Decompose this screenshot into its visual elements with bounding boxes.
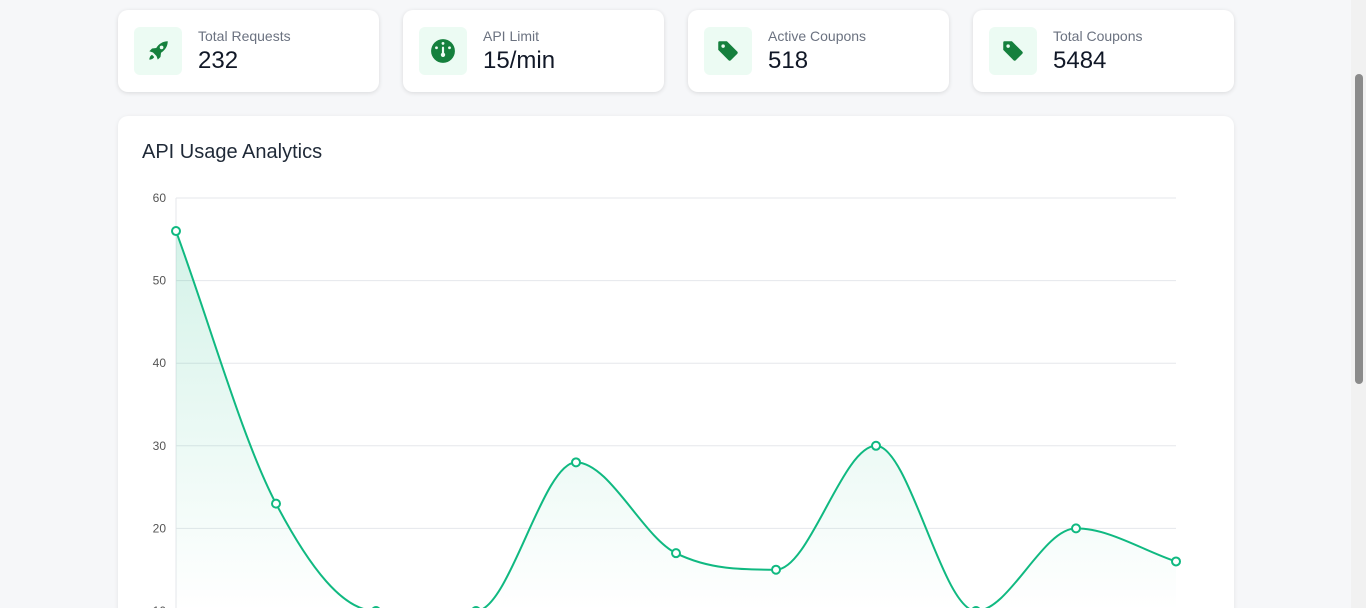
stat-value: 518: [768, 47, 809, 74]
scrollbar-thumb[interactable]: [1355, 74, 1363, 384]
y-tick-label: 20: [153, 521, 167, 535]
y-tick-label: 40: [153, 356, 167, 370]
rocket-icon: [134, 27, 182, 75]
stats-cards: Total Requests 232 API Limit 15/min Acti…: [118, 10, 1234, 92]
stat-label: Total Coupons: [1053, 28, 1143, 44]
data-point[interactable]: [871, 440, 881, 451]
stat-card-api-limit: API Limit 15/min: [403, 10, 664, 92]
stat-card-total-coupons: Total Coupons 5484: [973, 10, 1234, 92]
stat-label: Total Requests: [198, 28, 291, 44]
vertical-scrollbar[interactable]: [1351, 0, 1366, 608]
speedometer-icon: [419, 27, 467, 75]
stat-card-active-coupons: Active Coupons 518: [688, 10, 949, 92]
stat-card-total-requests: Total Requests 232: [118, 10, 379, 92]
stat-label: API Limit: [483, 28, 540, 44]
data-point[interactable]: [1071, 523, 1081, 534]
data-point[interactable]: [571, 457, 581, 468]
stat-value: 232: [198, 47, 239, 74]
y-tick-label: 10: [153, 604, 167, 608]
data-point[interactable]: [1171, 556, 1181, 567]
stat-value: 5484: [1053, 47, 1107, 74]
data-point[interactable]: [771, 564, 781, 575]
tag-icon: [989, 27, 1037, 75]
api-usage-panel: API Usage Analytics 605040302010: [118, 116, 1234, 608]
stat-label: Active Coupons: [768, 28, 867, 44]
data-point[interactable]: [271, 498, 281, 509]
api-usage-chart: 60 50 40 30 20 10: [153, 191, 1181, 608]
y-tick-label: 60: [153, 191, 167, 205]
data-point[interactable]: [171, 226, 181, 237]
dashboard-page: Total Requests 232 API Limit 15/min Acti…: [0, 0, 1366, 608]
stat-value: 15/min: [483, 47, 556, 74]
y-tick-label: 50: [153, 274, 167, 288]
tag-icon: [704, 27, 752, 75]
y-tick-label: 30: [153, 439, 167, 453]
data-point[interactable]: [671, 548, 681, 559]
